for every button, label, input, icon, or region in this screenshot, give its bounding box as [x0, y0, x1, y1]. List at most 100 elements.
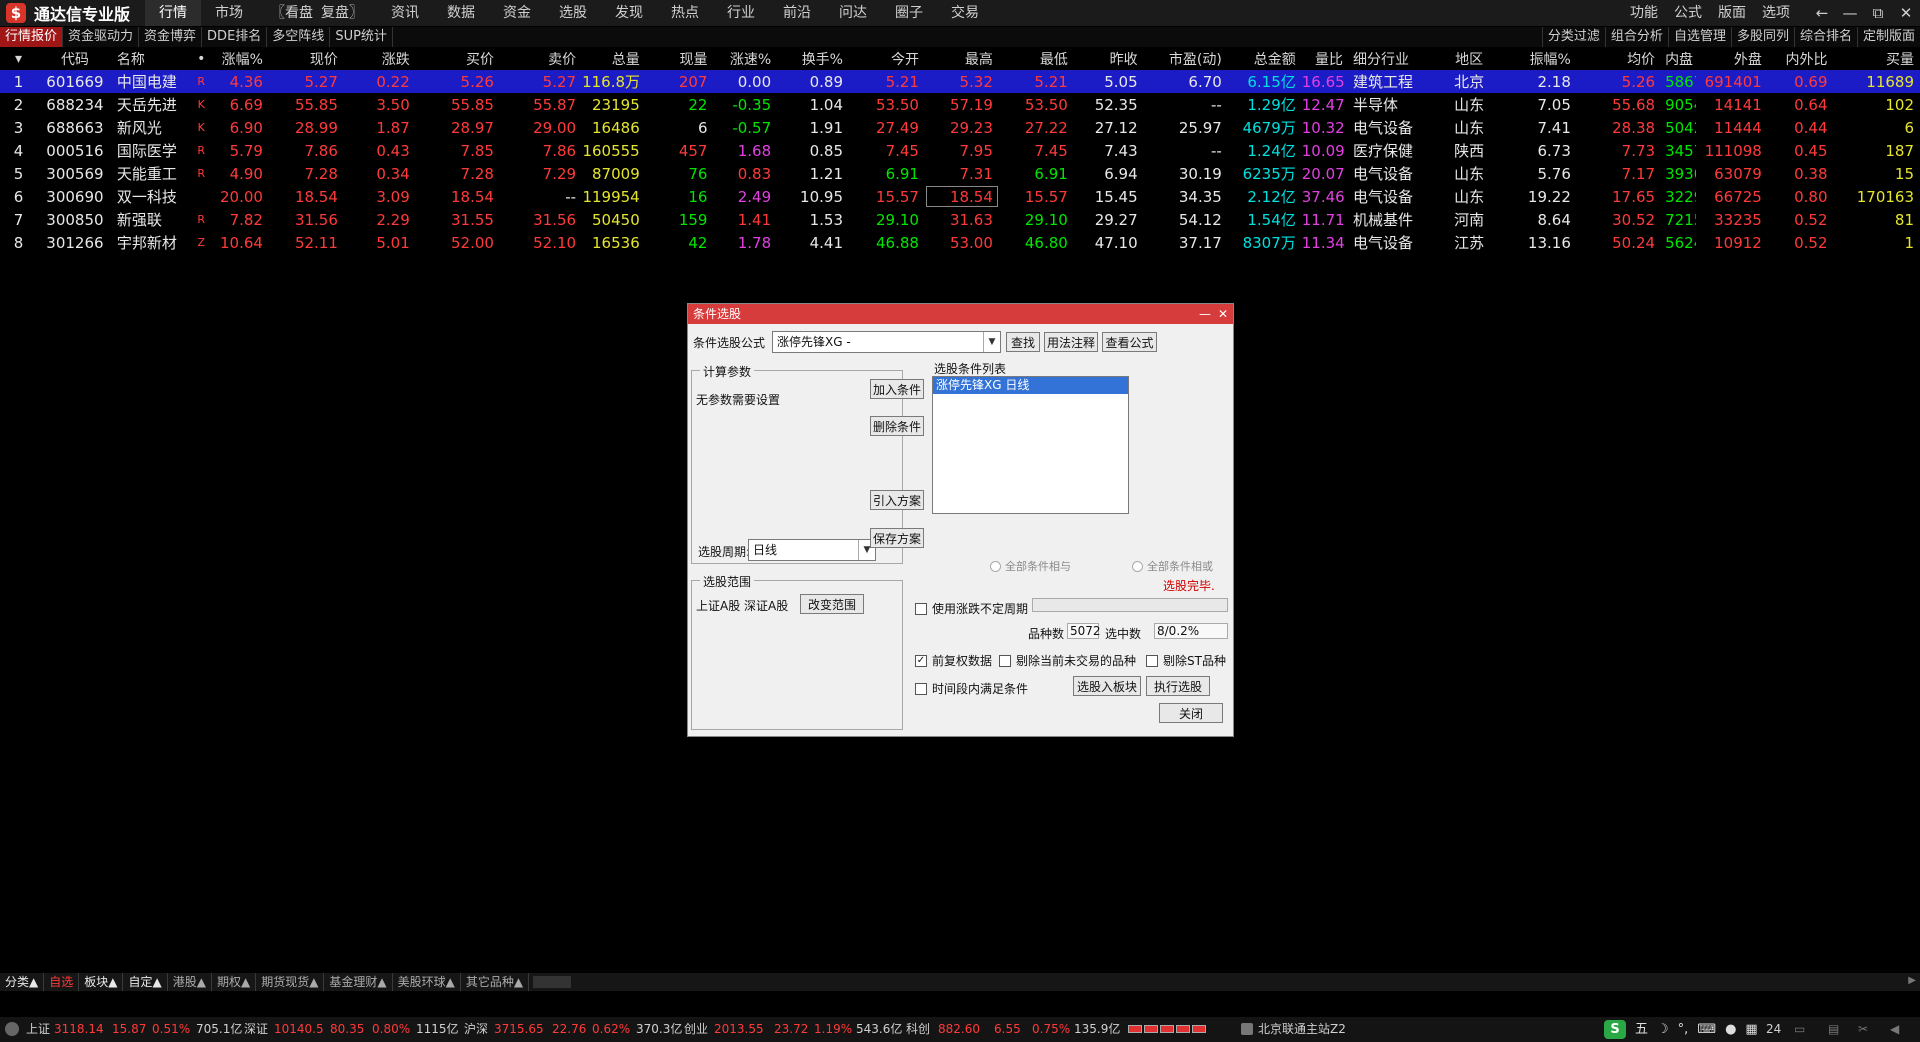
dialog-close-icon[interactable]: ✕ [1215, 304, 1231, 324]
index-sh-name[interactable]: 上证 [26, 1017, 50, 1042]
col-header[interactable]: 总量 [582, 47, 646, 70]
menu-review[interactable]: 复盘〗 [317, 0, 377, 26]
col-header[interactable]: 内盘 [1661, 47, 1696, 70]
col-header[interactable]: 名称 [113, 47, 189, 70]
tab-quotes[interactable]: 行情报价 [0, 27, 64, 47]
col-header[interactable]: 量比 [1302, 47, 1349, 70]
menu-function[interactable]: 功能 [1622, 0, 1666, 26]
table-row[interactable]: 5 300569 天能重工 R 4.90 7.28 0.34 7.28 7.29… [0, 162, 1920, 185]
tab-custom[interactable]: 自定▲ [123, 973, 168, 991]
tab-watchlist[interactable]: 自选 [44, 973, 80, 991]
tab-sup-stats[interactable]: SUP统计 [330, 27, 393, 47]
menu-industry[interactable]: 行业 [713, 0, 769, 26]
col-header[interactable]: 细分行业 [1349, 47, 1443, 70]
close-button[interactable]: 关闭 [1159, 703, 1223, 723]
horizontal-scrollbar[interactable] [533, 976, 572, 988]
menu-trade[interactable]: 交易 [937, 0, 993, 26]
ime-logo-icon[interactable]: S [1604, 1020, 1626, 1039]
col-header[interactable]: 内外比 [1768, 47, 1834, 70]
close-icon[interactable]: ✕ [1892, 0, 1920, 26]
col-header[interactable]: 买价 [416, 47, 500, 70]
tab-overall-rank[interactable]: 综合排名 [1793, 27, 1857, 47]
minimize-icon[interactable]: — [1836, 0, 1864, 26]
find-button[interactable]: 查找 [1006, 332, 1040, 352]
col-header[interactable]: 昨收 [1074, 47, 1144, 70]
col-header[interactable]: 涨幅% [214, 47, 269, 70]
col-header[interactable]: 外盘 [1696, 47, 1768, 70]
tab-other-products[interactable]: 其它品种▲ [461, 973, 530, 991]
menu-funds[interactable]: 资金 [489, 0, 545, 26]
link-icon[interactable] [1241, 1023, 1253, 1035]
menu-stock-picking[interactable]: 选股 [545, 0, 601, 26]
menu-circle[interactable]: 圈子 [881, 0, 937, 26]
forward-adjust-checkbox[interactable]: ✓ 前复权数据 [915, 652, 992, 669]
tab-futures-spot[interactable]: 期货现货▲ [256, 973, 325, 991]
col-header[interactable]: 涨跌 [344, 47, 416, 70]
table-row[interactable]: 3 688663 新风光 K 6.90 28.99 1.87 28.97 29.… [0, 116, 1920, 139]
exclude-untraded-checkbox[interactable]: 剔除当前未交易的品种 [999, 652, 1136, 669]
col-header[interactable]: 涨速% [713, 47, 777, 70]
user-icon[interactable]: ● [1725, 1017, 1736, 1042]
tab-watchlist-manage[interactable]: 自选管理 [1667, 27, 1731, 47]
delete-condition-button[interactable]: 删除条件 [870, 416, 924, 436]
menu-frontier[interactable]: 前沿 [769, 0, 825, 26]
chevron-down-icon[interactable]: ▼ [983, 332, 1000, 352]
table-row[interactable]: 6 300690 双一科技 20.00 18.54 3.09 18.54 -- … [0, 185, 1920, 208]
ime-toolbar[interactable]: S 五 ☽ °, ⌨ ● ▦ [1604, 1020, 1758, 1039]
tab-dde-rank[interactable]: DDE排名 [202, 27, 268, 47]
tab-fund-game[interactable]: 资金博弈 [139, 27, 203, 47]
tab-custom-layout[interactable]: 定制版面 [1856, 27, 1920, 47]
use-variable-period-checkbox[interactable]: 使用涨跌不定周期 [915, 600, 1028, 617]
table-row[interactable]: 8 301266 宇邦新材 Z 10.64 52.11 5.01 52.00 5… [0, 231, 1920, 254]
col-header[interactable]: 现价 [269, 47, 344, 70]
menu-watch[interactable]: 〖看盘 [257, 0, 317, 26]
grid-icon[interactable]: ▦ [1745, 1017, 1757, 1042]
menu-news[interactable]: 资讯 [377, 0, 433, 26]
import-scheme-button[interactable]: 引入方案 [870, 490, 924, 510]
menu-discover[interactable]: 发现 [601, 0, 657, 26]
col-header[interactable]: 均价 [1577, 47, 1661, 70]
ime-mode[interactable]: 五 [1635, 1017, 1648, 1042]
menu-ask[interactable]: 问达 [825, 0, 881, 26]
sound-icon[interactable]: ◀ [1890, 1017, 1899, 1042]
menu-quotes[interactable]: 行情 [145, 0, 201, 26]
col-header[interactable]: 振幅% [1495, 47, 1577, 70]
col-header[interactable]: 现量 [646, 47, 714, 70]
tools-icon[interactable]: ✂ [1858, 1017, 1868, 1042]
col-header[interactable]: 换手% [777, 47, 849, 70]
tab-hk-stocks[interactable]: 港股▲ [168, 973, 212, 991]
change-range-button[interactable]: 改变范围 [800, 594, 864, 614]
table-row[interactable]: 7 300850 新强联 R 7.82 31.56 2.29 31.55 31.… [0, 208, 1920, 231]
condition-list[interactable]: 涨停先锋XG 日线 [932, 376, 1129, 514]
restore-icon[interactable]: ⧉ [1864, 0, 1892, 26]
col-header[interactable]: 今开 [849, 47, 925, 70]
col-header[interactable]: 买量 [1834, 47, 1920, 70]
table-row[interactable]: 1 601669 中国电建 R 4.36 5.27 0.22 5.26 5.27… [0, 70, 1920, 93]
index-hs-name[interactable]: 沪深 [464, 1017, 488, 1042]
message-icon[interactable]: ▤ [1828, 1017, 1839, 1042]
dialog-minimize-icon[interactable]: — [1197, 304, 1213, 324]
save-scheme-button[interactable]: 保存方案 [870, 528, 924, 548]
col-header[interactable]: • [189, 47, 214, 70]
scroll-right-icon[interactable]: ▶ [1908, 975, 1916, 986]
list-item[interactable]: 涨停先锋XG 日线 [933, 377, 1128, 394]
tab-combo-analysis[interactable]: 组合分析 [1604, 27, 1668, 47]
exclude-st-checkbox[interactable]: 剔除ST品种 [1146, 652, 1226, 669]
col-header[interactable]: 市盈(动) [1144, 47, 1228, 70]
punctuation-icon[interactable]: °, [1678, 1017, 1689, 1042]
col-header[interactable]: 总金额 [1228, 47, 1302, 70]
radio-all-or[interactable]: 全部条件相或 [1132, 558, 1213, 574]
tab-us-global[interactable]: 美股环球▲ [393, 973, 461, 991]
tab-category-filter[interactable]: 分类过滤 [1541, 27, 1605, 47]
tab-bull-bear[interactable]: 多空阵线 [267, 27, 331, 47]
menu-market[interactable]: 市场 [201, 0, 257, 26]
index-sz-name[interactable]: 深证 [244, 1017, 268, 1042]
radio-all-and[interactable]: 全部条件相与 [990, 558, 1071, 574]
keyboard-icon[interactable]: ⌨ [1697, 1017, 1716, 1042]
tab-category[interactable]: 分类▲ [0, 973, 45, 991]
col-header[interactable]: 最低 [999, 47, 1074, 70]
menu-formula[interactable]: 公式 [1666, 0, 1710, 26]
run-selection-button[interactable]: 执行选股 [1146, 676, 1210, 696]
menu-data[interactable]: 数据 [433, 0, 489, 26]
period-select[interactable]: 日线 ▼ [748, 539, 876, 561]
